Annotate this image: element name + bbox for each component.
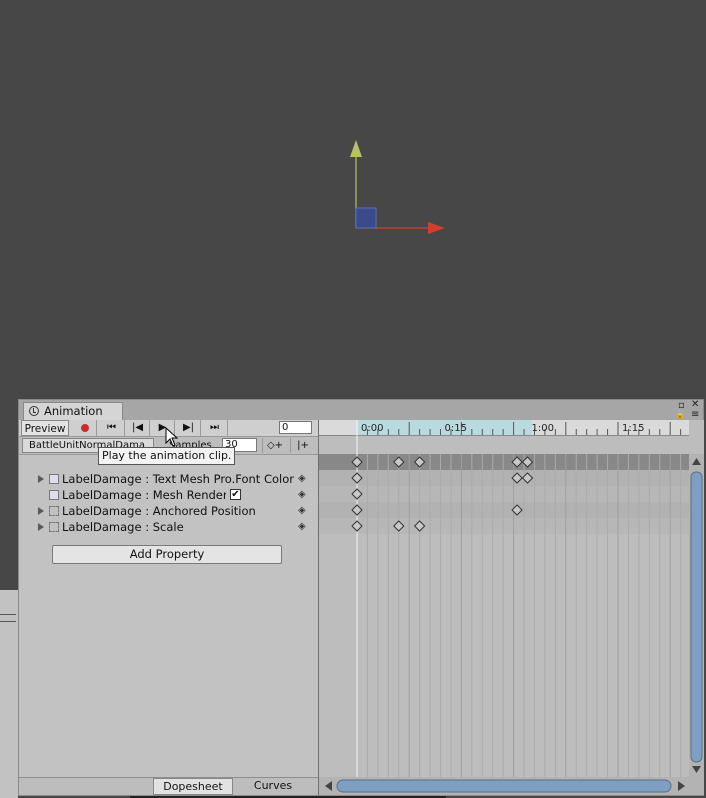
summary-track[interactable] (319, 454, 689, 470)
divider (0, 621, 16, 622)
enabled-checkbox[interactable]: ✔ (230, 489, 241, 500)
rect-transform-icon (49, 506, 59, 516)
keyframe-diamond-icon[interactable]: ◈ (298, 487, 306, 503)
dopesheet-canvas[interactable]: 0:00 0:15 1:00 1:15 (319, 420, 704, 795)
property-label: LabelDamage : Scale (62, 520, 184, 534)
keyframe-diamond-icon[interactable]: ◈ (298, 519, 306, 535)
first-key-button[interactable]: ⏮ (99, 420, 125, 436)
xy-plane-handle[interactable] (355, 207, 377, 229)
record-icon (80, 424, 89, 432)
record-button[interactable] (73, 420, 97, 436)
ruler-label: 0:00 (361, 423, 383, 434)
property-row-scale[interactable]: LabelDamage : Scale ◈ (19, 519, 318, 535)
expand-arrow-icon[interactable] (38, 475, 44, 483)
preview-button[interactable]: Preview (21, 420, 69, 436)
clock-icon (29, 406, 39, 416)
divider (0, 614, 16, 615)
last-key-button[interactable]: ⏭ (202, 420, 228, 436)
menu-icon[interactable]: ≡ (691, 410, 699, 420)
track-row[interactable] (319, 470, 689, 486)
x-axis-arrow[interactable] (428, 222, 445, 234)
mesh-renderer-icon (49, 490, 59, 500)
next-key-button[interactable]: ▶| (177, 420, 201, 436)
ruler-label: 0:15 (445, 423, 467, 434)
vertical-scroll-thumb[interactable] (690, 471, 703, 763)
text-component-icon (49, 474, 59, 484)
view-mode-bar: Dopesheet Curves (19, 777, 318, 795)
animation-tab[interactable]: Animation (23, 402, 123, 420)
animation-window: Animation ▫ ✕ 🔒 ≡ Preview ⏮ |◀ ▶ ▶| ⏭ 0 … (18, 399, 704, 796)
horizontal-scroll-thumb[interactable] (336, 779, 672, 793)
side-panel-edge (0, 590, 18, 798)
rect-transform-icon (49, 522, 59, 532)
track-row[interactable] (319, 486, 689, 502)
tab-dopesheet[interactable]: Dopesheet (153, 778, 233, 795)
frame-input[interactable]: 0 (279, 421, 312, 434)
ruler-label: 1:15 (622, 423, 644, 434)
prev-key-button[interactable]: |◀ (126, 420, 150, 436)
tab-title: Animation (44, 404, 103, 418)
expand-arrow-icon[interactable] (38, 523, 44, 531)
ruler-label: 1:00 (532, 423, 554, 434)
play-tooltip: Play the animation clip. (98, 447, 236, 465)
property-label: LabelDamage : Mesh Render (62, 488, 226, 502)
mouse-cursor-icon (165, 427, 179, 447)
property-row-mesh-renderer[interactable]: LabelDamage : Mesh Render ✔ ◈ (19, 487, 318, 503)
transform-gizmo[interactable] (0, 0, 706, 400)
track-row[interactable] (319, 518, 689, 534)
window-tab-bar: Animation ▫ ✕ 🔒 ≡ (19, 400, 703, 421)
track-row[interactable] (319, 502, 689, 518)
add-property-button[interactable]: Add Property (52, 545, 282, 564)
keyframe-diamond-icon[interactable]: ◈ (298, 471, 306, 487)
tab-curves[interactable]: Curves (233, 778, 313, 795)
property-label: LabelDamage : Text Mesh Pro.Font Color (62, 472, 294, 486)
y-axis-arrow[interactable] (350, 140, 362, 157)
keyframe-diamond-icon[interactable]: ◈ (298, 503, 306, 519)
expand-arrow-icon[interactable] (38, 507, 44, 515)
property-row-anchored-position[interactable]: LabelDamage : Anchored Position ◈ (19, 503, 318, 519)
add-event-button[interactable]: |+ (290, 438, 315, 453)
property-label: LabelDamage : Anchored Position (62, 504, 256, 518)
property-row-font-color[interactable]: LabelDamage : Text Mesh Pro.Font Color ◈ (19, 471, 318, 487)
dopesheet-timeline[interactable]: 0:00 0:15 1:00 1:15 (319, 420, 704, 795)
add-keyframe-button[interactable]: ◇+ (262, 438, 287, 453)
lock-icon[interactable]: 🔒 (675, 410, 685, 420)
